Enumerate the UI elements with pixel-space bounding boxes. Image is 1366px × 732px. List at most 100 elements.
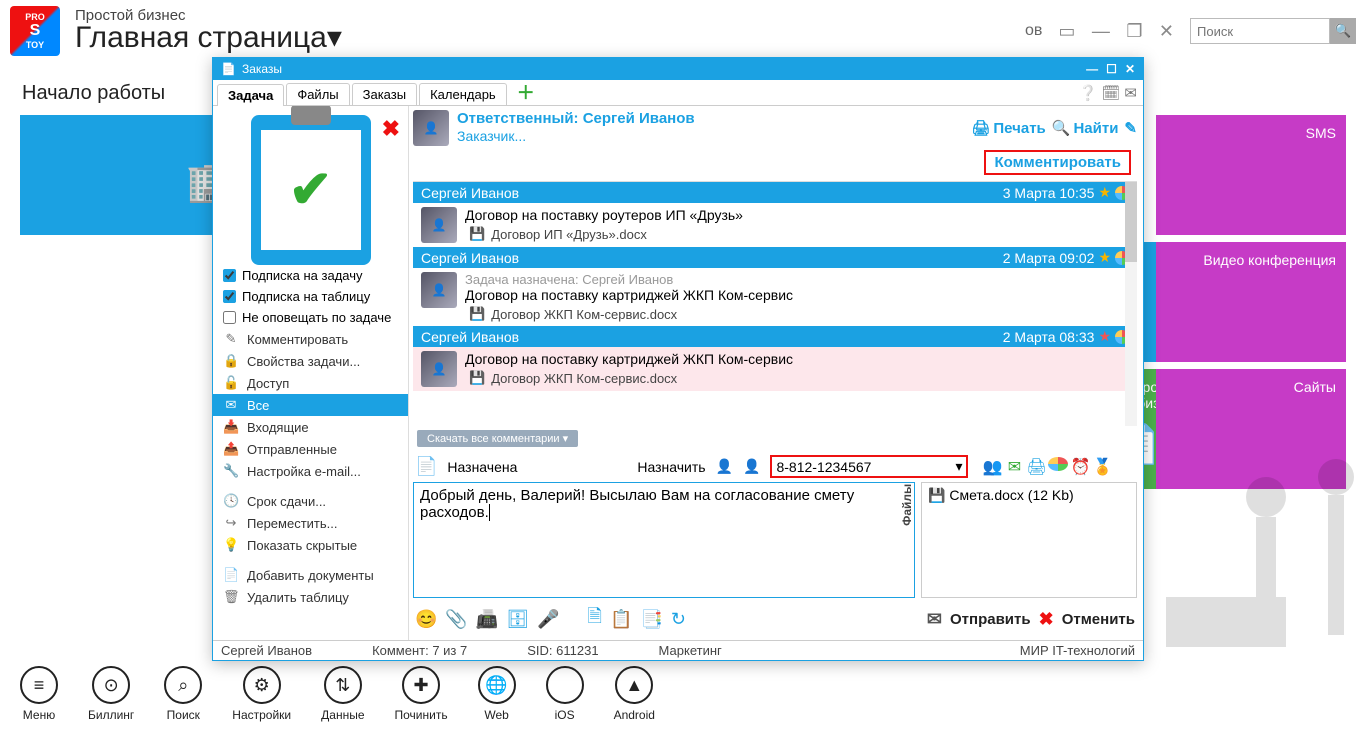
task-left-panel: ✖ ✔ Подписка на задачу Подписка на табли… — [213, 106, 409, 640]
left-add-docs[interactable]: 📄Добавить документы — [213, 564, 408, 586]
compose-textarea[interactable]: Добрый день, Валерий! Высылаю Вам на сог… — [413, 482, 915, 598]
search-input[interactable] — [1190, 18, 1330, 44]
star-icon[interactable]: ★ — [1098, 249, 1111, 266]
left-email-settings[interactable]: 🔧Настройка e-mail... — [213, 460, 408, 482]
mail-icon[interactable]: ✉ — [1124, 84, 1137, 102]
star-icon[interactable]: ★ — [1098, 184, 1111, 201]
customer-link[interactable]: Заказчик... — [457, 128, 526, 144]
left-delete-table[interactable]: 🗑Удалить таблицу — [213, 586, 408, 608]
edit-icon[interactable]: ✎ — [1124, 119, 1137, 137]
close-task-icon[interactable]: ✖ — [382, 116, 400, 142]
page-title[interactable]: Главная страница▾ — [75, 20, 1025, 55]
task-window-titlebar[interactable]: 📄 Заказы — ☐ ✕ — [213, 58, 1143, 80]
bt-menu[interactable]: ≡Меню — [20, 666, 58, 722]
disk-icon: 💾 — [469, 306, 485, 322]
left-properties[interactable]: 🔒Свойства задачи... — [213, 350, 408, 372]
tile-video[interactable]: Видео конференция — [1156, 242, 1346, 362]
left-move[interactable]: ↪Переместить... — [213, 512, 408, 534]
refresh-icon[interactable]: ↻ — [671, 609, 686, 630]
bt-android[interactable]: ▲Android — [614, 666, 655, 722]
tab-add[interactable]: ＋ — [509, 79, 543, 105]
emoji-icon[interactable]: 😊 — [415, 609, 437, 630]
comment-attachment[interactable]: 💾Договор ЖКП Ком-сервис.docx — [469, 370, 793, 386]
left-all[interactable]: ✉Все — [213, 394, 408, 416]
comment-assigned: Задача назначена: Сергей Иванов — [465, 272, 793, 287]
tab-calendar[interactable]: Календарь — [419, 83, 507, 105]
find-button[interactable]: 🔍Найти — [1052, 119, 1119, 137]
comments-scrollbar[interactable] — [1125, 182, 1137, 426]
subscribe-task[interactable]: Подписка на задачу — [213, 265, 408, 286]
user-check-icon[interactable]: 👥 — [982, 457, 1002, 477]
assign-label: Назначить — [637, 459, 705, 475]
bt-repair[interactable]: ✚Починить — [395, 666, 448, 722]
responsible-link[interactable]: Ответственный: Сергей Иванов — [457, 110, 695, 127]
bt-search[interactable]: ⌕Поиск — [164, 666, 202, 722]
bt-data[interactable]: ⇅Данные — [321, 666, 364, 722]
comment-item[interactable]: Сергей Иванов3 Марта 10:35★ 👤 Договор на… — [413, 182, 1137, 247]
left-inbox[interactable]: 📥Входящие — [213, 416, 408, 438]
bt-settings[interactable]: ⚙Настройки — [232, 666, 291, 722]
left-sent[interactable]: 📤Отправленные — [213, 438, 408, 460]
left-access[interactable]: 🔓Доступ — [213, 372, 408, 394]
tab-orders[interactable]: Заказы — [352, 83, 417, 105]
comment-item[interactable]: Сергей Иванов2 Марта 08:33★ 👤 Договор на… — [413, 326, 1137, 391]
left-show-hidden[interactable]: 💡Показать скрытые — [213, 534, 408, 556]
left-comment[interactable]: ✎Комментировать — [213, 328, 408, 350]
help-icon[interactable]: ❔ — [1079, 84, 1098, 102]
db-icon[interactable]: 🗄 — [506, 609, 529, 630]
attached-file[interactable]: Смета.docx (12 Kb) — [949, 487, 1073, 503]
mail-check-icon[interactable]: ✉ — [1004, 457, 1024, 477]
bt-web[interactable]: 🌐Web — [478, 666, 516, 722]
left-deadline[interactable]: 🕓Срок сдачи... — [213, 490, 408, 512]
comment-date: 3 Марта 10:35 — [1003, 185, 1095, 201]
calendar-icon[interactable]: 🗓 — [1101, 84, 1120, 102]
sb-company: МИР IT-технологий — [1020, 643, 1135, 658]
bulb-icon: 💡 — [223, 537, 239, 553]
comment-text: Договор на поставку картриджей ЖКП Ком-с… — [465, 287, 793, 303]
win-minimize[interactable]: — — [1086, 62, 1098, 76]
alarm-icon[interactable]: ⏰ — [1070, 457, 1090, 477]
unlock-icon: 🔓 — [223, 375, 239, 391]
tile-sms[interactable]: SMS — [1156, 115, 1346, 235]
search-button[interactable]: 🔍 — [1330, 18, 1356, 44]
assign-user-add-icon[interactable]: 👤 — [716, 458, 733, 475]
repair-icon: ✚ — [402, 666, 440, 704]
tab-files[interactable]: Файлы — [286, 83, 349, 105]
no-notify[interactable]: Не оповещать по задаче — [213, 307, 408, 328]
comment-attachment[interactable]: 💾Договор ИП «Друзь».docx — [469, 226, 743, 242]
comment-item[interactable]: Сергей Иванов2 Марта 09:02★ 👤 Задача наз… — [413, 247, 1137, 326]
star-icon[interactable]: ★ — [1098, 328, 1111, 345]
minimize-icon[interactable]: — — [1092, 21, 1110, 41]
trash-icon: 🗑 — [223, 589, 239, 605]
scanner-icon[interactable]: 📠 — [476, 609, 498, 630]
download-all-comments[interactable]: Скачать все комментарии ▾ — [417, 430, 578, 447]
comment-button[interactable]: Комментировать — [984, 150, 1131, 175]
mic-icon[interactable]: 🎤 — [537, 609, 559, 630]
print-icon[interactable]: 🖨 — [1026, 457, 1046, 477]
assign-phone-combo[interactable]: 8-812-1234567▾ — [770, 455, 968, 478]
menu-icon: ≡ — [20, 666, 58, 704]
send-button[interactable]: Отправить — [950, 611, 1031, 628]
print-button[interactable]: 🖨Печать — [971, 119, 1045, 137]
copy-icon[interactable]: 📑 — [640, 609, 662, 630]
doc-add-icon[interactable]: 🗎 — [588, 604, 602, 634]
clipboard-icon[interactable]: 📋 — [610, 609, 632, 630]
maximize-icon[interactable]: ❐ — [1126, 21, 1142, 41]
close-icon[interactable]: ✕ — [1159, 21, 1174, 41]
bt-billing[interactable]: ⊙Биллинг — [88, 666, 134, 722]
tab-task[interactable]: Задача — [217, 84, 284, 106]
badge-icon[interactable]: 🏅 — [1092, 457, 1112, 477]
comment-avatar: 👤 — [421, 207, 457, 243]
assign-user-icon[interactable]: 👤 — [743, 458, 760, 475]
bt-ios[interactable]: iOS — [546, 666, 584, 722]
attach-icon[interactable]: 📎 — [445, 609, 467, 630]
comment-attachment[interactable]: 💾Договор ЖКП Ком-сервис.docx — [469, 306, 793, 322]
move-icon: ↪ — [223, 515, 239, 531]
files-pane[interactable]: 💾 Смета.docx (12 Kb) — [921, 482, 1137, 598]
win-maximize[interactable]: ☐ — [1106, 62, 1117, 76]
subscribe-table[interactable]: Подписка на таблицу — [213, 286, 408, 307]
cancel-button[interactable]: Отменить — [1062, 611, 1135, 628]
comment-author: Сергей Иванов — [421, 329, 519, 345]
win-close[interactable]: ✕ — [1125, 62, 1135, 76]
priority-selector-icon[interactable] — [1048, 457, 1068, 471]
